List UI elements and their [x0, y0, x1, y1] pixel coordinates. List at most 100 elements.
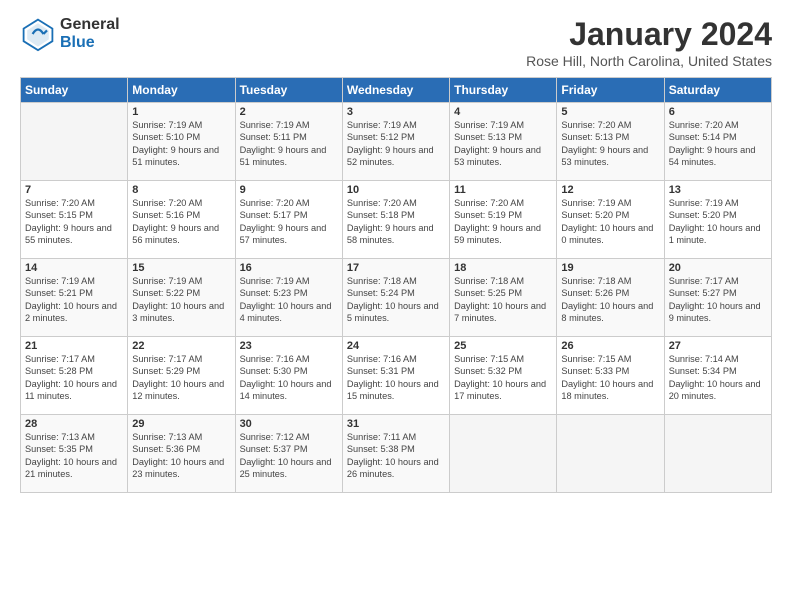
day-cell: 22Sunrise: 7:17 AMSunset: 5:29 PMDayligh…	[128, 337, 235, 415]
day-info: Sunrise: 7:13 AMSunset: 5:36 PMDaylight:…	[132, 431, 230, 481]
day-number: 6	[669, 106, 767, 118]
day-info: Sunrise: 7:17 AMSunset: 5:28 PMDaylight:…	[25, 353, 123, 403]
day-cell: 4Sunrise: 7:19 AMSunset: 5:13 PMDaylight…	[450, 103, 557, 181]
header-cell-sunday: Sunday	[21, 78, 128, 103]
day-info: Sunrise: 7:19 AMSunset: 5:22 PMDaylight:…	[132, 275, 230, 325]
day-cell: 17Sunrise: 7:18 AMSunset: 5:24 PMDayligh…	[342, 259, 449, 337]
day-number: 7	[25, 184, 123, 196]
day-number: 30	[240, 418, 338, 430]
header-cell-friday: Friday	[557, 78, 664, 103]
day-cell: 20Sunrise: 7:17 AMSunset: 5:27 PMDayligh…	[664, 259, 771, 337]
day-info: Sunrise: 7:19 AMSunset: 5:12 PMDaylight:…	[347, 119, 445, 169]
day-info: Sunrise: 7:19 AMSunset: 5:10 PMDaylight:…	[132, 119, 230, 169]
day-info: Sunrise: 7:11 AMSunset: 5:38 PMDaylight:…	[347, 431, 445, 481]
day-cell	[557, 415, 664, 493]
day-number: 2	[240, 106, 338, 118]
header-cell-monday: Monday	[128, 78, 235, 103]
day-number: 11	[454, 184, 552, 196]
day-number: 29	[132, 418, 230, 430]
day-number: 13	[669, 184, 767, 196]
calendar-title: January 2024	[526, 16, 772, 53]
day-info: Sunrise: 7:20 AMSunset: 5:14 PMDaylight:…	[669, 119, 767, 169]
week-row-4: 21Sunrise: 7:17 AMSunset: 5:28 PMDayligh…	[21, 337, 772, 415]
week-row-2: 7Sunrise: 7:20 AMSunset: 5:15 PMDaylight…	[21, 181, 772, 259]
day-cell	[450, 415, 557, 493]
day-number: 12	[561, 184, 659, 196]
header-cell-wednesday: Wednesday	[342, 78, 449, 103]
day-number: 10	[347, 184, 445, 196]
day-info: Sunrise: 7:19 AMSunset: 5:20 PMDaylight:…	[561, 197, 659, 247]
day-info: Sunrise: 7:17 AMSunset: 5:27 PMDaylight:…	[669, 275, 767, 325]
day-info: Sunrise: 7:15 AMSunset: 5:32 PMDaylight:…	[454, 353, 552, 403]
day-cell	[664, 415, 771, 493]
day-info: Sunrise: 7:20 AMSunset: 5:18 PMDaylight:…	[347, 197, 445, 247]
day-info: Sunrise: 7:16 AMSunset: 5:31 PMDaylight:…	[347, 353, 445, 403]
day-info: Sunrise: 7:15 AMSunset: 5:33 PMDaylight:…	[561, 353, 659, 403]
title-block: January 2024 Rose Hill, North Carolina, …	[526, 16, 772, 69]
day-cell: 18Sunrise: 7:18 AMSunset: 5:25 PMDayligh…	[450, 259, 557, 337]
day-cell: 10Sunrise: 7:20 AMSunset: 5:18 PMDayligh…	[342, 181, 449, 259]
day-number: 16	[240, 262, 338, 274]
day-number: 5	[561, 106, 659, 118]
day-info: Sunrise: 7:19 AMSunset: 5:20 PMDaylight:…	[669, 197, 767, 247]
day-cell: 5Sunrise: 7:20 AMSunset: 5:13 PMDaylight…	[557, 103, 664, 181]
day-cell: 24Sunrise: 7:16 AMSunset: 5:31 PMDayligh…	[342, 337, 449, 415]
day-info: Sunrise: 7:16 AMSunset: 5:30 PMDaylight:…	[240, 353, 338, 403]
header: General Blue January 2024 Rose Hill, Nor…	[20, 16, 772, 69]
day-info: Sunrise: 7:19 AMSunset: 5:11 PMDaylight:…	[240, 119, 338, 169]
day-info: Sunrise: 7:19 AMSunset: 5:23 PMDaylight:…	[240, 275, 338, 325]
day-number: 26	[561, 340, 659, 352]
day-number: 9	[240, 184, 338, 196]
day-cell: 14Sunrise: 7:19 AMSunset: 5:21 PMDayligh…	[21, 259, 128, 337]
day-info: Sunrise: 7:20 AMSunset: 5:17 PMDaylight:…	[240, 197, 338, 247]
day-number: 23	[240, 340, 338, 352]
day-number: 28	[25, 418, 123, 430]
day-info: Sunrise: 7:20 AMSunset: 5:19 PMDaylight:…	[454, 197, 552, 247]
day-cell: 21Sunrise: 7:17 AMSunset: 5:28 PMDayligh…	[21, 337, 128, 415]
day-number: 15	[132, 262, 230, 274]
day-info: Sunrise: 7:20 AMSunset: 5:15 PMDaylight:…	[25, 197, 123, 247]
day-cell: 28Sunrise: 7:13 AMSunset: 5:35 PMDayligh…	[21, 415, 128, 493]
day-cell: 13Sunrise: 7:19 AMSunset: 5:20 PMDayligh…	[664, 181, 771, 259]
day-info: Sunrise: 7:19 AMSunset: 5:13 PMDaylight:…	[454, 119, 552, 169]
day-cell: 7Sunrise: 7:20 AMSunset: 5:15 PMDaylight…	[21, 181, 128, 259]
day-info: Sunrise: 7:17 AMSunset: 5:29 PMDaylight:…	[132, 353, 230, 403]
day-number: 19	[561, 262, 659, 274]
day-info: Sunrise: 7:14 AMSunset: 5:34 PMDaylight:…	[669, 353, 767, 403]
week-row-1: 1Sunrise: 7:19 AMSunset: 5:10 PMDaylight…	[21, 103, 772, 181]
day-cell: 6Sunrise: 7:20 AMSunset: 5:14 PMDaylight…	[664, 103, 771, 181]
day-cell: 19Sunrise: 7:18 AMSunset: 5:26 PMDayligh…	[557, 259, 664, 337]
day-number: 20	[669, 262, 767, 274]
day-cell: 16Sunrise: 7:19 AMSunset: 5:23 PMDayligh…	[235, 259, 342, 337]
day-cell: 8Sunrise: 7:20 AMSunset: 5:16 PMDaylight…	[128, 181, 235, 259]
day-cell: 12Sunrise: 7:19 AMSunset: 5:20 PMDayligh…	[557, 181, 664, 259]
day-info: Sunrise: 7:12 AMSunset: 5:37 PMDaylight:…	[240, 431, 338, 481]
logo-icon	[20, 16, 56, 52]
logo-blue: Blue	[60, 34, 120, 52]
day-cell: 9Sunrise: 7:20 AMSunset: 5:17 PMDaylight…	[235, 181, 342, 259]
day-cell: 29Sunrise: 7:13 AMSunset: 5:36 PMDayligh…	[128, 415, 235, 493]
day-cell: 11Sunrise: 7:20 AMSunset: 5:19 PMDayligh…	[450, 181, 557, 259]
day-info: Sunrise: 7:19 AMSunset: 5:21 PMDaylight:…	[25, 275, 123, 325]
day-cell: 30Sunrise: 7:12 AMSunset: 5:37 PMDayligh…	[235, 415, 342, 493]
logo-text: General Blue	[60, 16, 120, 51]
day-number: 18	[454, 262, 552, 274]
day-cell: 26Sunrise: 7:15 AMSunset: 5:33 PMDayligh…	[557, 337, 664, 415]
day-cell: 15Sunrise: 7:19 AMSunset: 5:22 PMDayligh…	[128, 259, 235, 337]
header-row: SundayMondayTuesdayWednesdayThursdayFrid…	[21, 78, 772, 103]
day-info: Sunrise: 7:18 AMSunset: 5:24 PMDaylight:…	[347, 275, 445, 325]
day-cell	[21, 103, 128, 181]
day-cell: 31Sunrise: 7:11 AMSunset: 5:38 PMDayligh…	[342, 415, 449, 493]
calendar-table: SundayMondayTuesdayWednesdayThursdayFrid…	[20, 77, 772, 493]
day-info: Sunrise: 7:18 AMSunset: 5:26 PMDaylight:…	[561, 275, 659, 325]
day-cell: 27Sunrise: 7:14 AMSunset: 5:34 PMDayligh…	[664, 337, 771, 415]
day-cell: 3Sunrise: 7:19 AMSunset: 5:12 PMDaylight…	[342, 103, 449, 181]
day-number: 24	[347, 340, 445, 352]
day-cell: 2Sunrise: 7:19 AMSunset: 5:11 PMDaylight…	[235, 103, 342, 181]
header-cell-thursday: Thursday	[450, 78, 557, 103]
day-number: 1	[132, 106, 230, 118]
logo-general: General	[60, 16, 120, 34]
week-row-3: 14Sunrise: 7:19 AMSunset: 5:21 PMDayligh…	[21, 259, 772, 337]
day-cell: 23Sunrise: 7:16 AMSunset: 5:30 PMDayligh…	[235, 337, 342, 415]
day-info: Sunrise: 7:13 AMSunset: 5:35 PMDaylight:…	[25, 431, 123, 481]
